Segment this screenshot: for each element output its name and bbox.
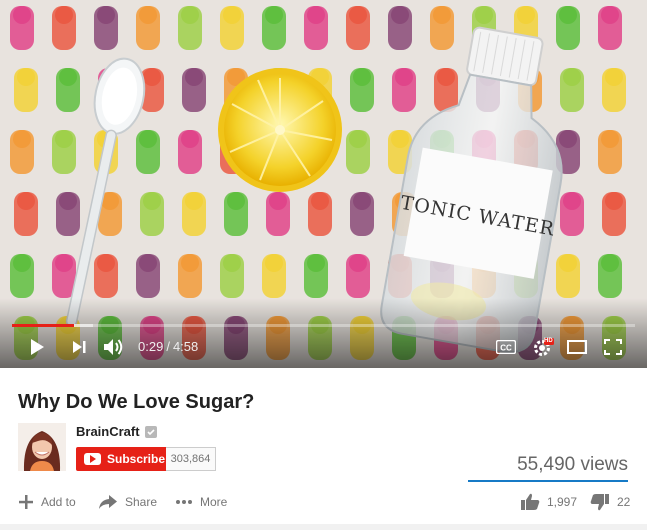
plus-icon [19,495,33,509]
subscribe-button[interactable]: Subscribe [76,447,166,471]
captions-icon: CC [496,340,516,354]
dislike-count: 22 [617,495,631,509]
channel-avatar[interactable] [18,423,66,471]
volume-button[interactable] [100,334,128,360]
lemon-slice [218,68,342,192]
share-button[interactable]: Share [98,490,157,514]
subscriber-count: 303,864 [166,447,216,471]
view-count: 55,490 views [517,454,628,475]
next-icon [73,341,86,353]
youtube-logo-icon [84,453,101,465]
like-ratio-bar [468,480,628,482]
page-bottom-divider [0,524,647,530]
dislike-button[interactable]: 22 [590,490,630,514]
svg-text:CC: CC [500,344,512,353]
played-bar [12,324,75,327]
more-button[interactable]: More [175,490,227,514]
share-icon [99,495,117,509]
watch-page: TONIC WATER 0:29/4:58 CC HD Why Do We Lo… [0,0,647,530]
like-count: 1,997 [547,495,578,509]
time-current: 0:29 [138,339,164,354]
time-total: 4:58 [172,339,199,354]
theater-mode-button[interactable] [566,334,588,360]
fullscreen-icon [604,339,622,355]
verified-icon [144,425,157,438]
channel-name[interactable]: BrainCraft [76,424,157,439]
time-display: 0:29/4:58 [138,339,198,354]
add-to-label: Add to [41,495,76,509]
video-title: Why Do We Love Sugar? [18,391,255,413]
volume-icon [104,339,123,355]
theater-mode-icon [567,340,587,354]
avatar-image [18,423,66,471]
fullscreen-button[interactable] [602,334,624,360]
hd-badge: HD [544,338,553,344]
play-icon [31,339,44,355]
share-label: Share [125,495,158,509]
thumbs-down-icon [590,494,609,511]
play-button[interactable] [24,334,50,360]
add-to-button[interactable]: Add to [18,490,76,514]
subscribe-label: Subscribe [107,452,166,466]
more-label: More [200,495,228,509]
more-icon [176,500,192,504]
channel-name-text: BrainCraft [76,424,140,439]
captions-button[interactable]: CC [494,334,518,360]
time-separator: / [166,339,170,354]
settings-button[interactable]: HD [530,334,556,360]
like-button[interactable]: 1,997 [520,490,577,514]
progress-bar[interactable] [12,324,635,327]
action-bar: Add to Share More 1,997 22 [0,490,647,514]
next-button[interactable] [66,334,92,360]
video-player[interactable]: TONIC WATER 0:29/4:58 CC HD [0,0,647,368]
thumbs-up-icon [521,493,540,510]
